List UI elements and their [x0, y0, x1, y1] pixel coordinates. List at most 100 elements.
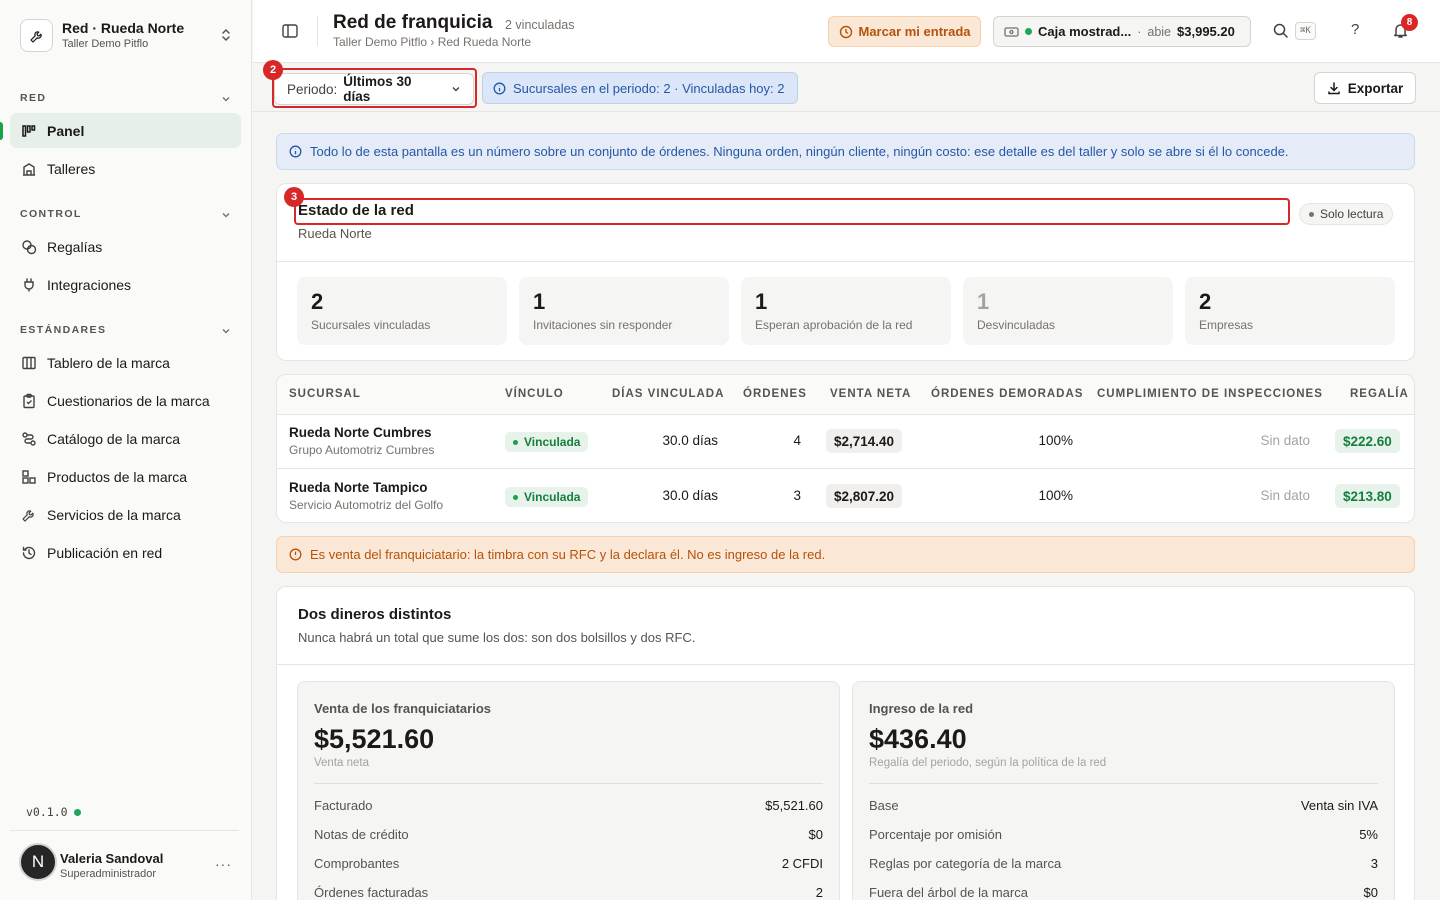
info-icon — [289, 145, 302, 158]
section-label-control: CONTROL — [20, 208, 82, 220]
cash-register-selector[interactable]: Caja mostrad... · abie $3,995.20 — [993, 16, 1251, 47]
sidebar-item-label: Tablero de la marca — [47, 354, 170, 371]
list-item: Porcentaje por omisión 5% — [869, 827, 1378, 842]
sidebar-item-label: Publicación en red — [47, 544, 163, 561]
sidebar-item-regalias[interactable]: Regalías — [10, 229, 241, 264]
sidebar-item-panel[interactable]: Panel — [10, 113, 241, 148]
plug-icon — [20, 276, 37, 293]
sidebar-item-talleres[interactable]: Talleres — [10, 151, 241, 186]
info-icon — [493, 82, 506, 94]
divider — [10, 830, 239, 831]
sidebar-item-label: Regalías — [47, 238, 103, 255]
network-income-panel: Ingreso de la red $436.40 Regalía del pe… — [852, 681, 1395, 900]
clock-in-button[interactable]: Marcar mi entrada — [828, 16, 981, 47]
period-select[interactable]: Periodo: Últimos 30 días — [274, 73, 474, 105]
org-subtitle: Taller Demo Pitflo — [62, 38, 149, 50]
wrench-icon — [20, 506, 37, 523]
app-version: v0.1.0 — [26, 805, 81, 819]
main-content: Todo lo de esta pantalla es un número so… — [253, 113, 1440, 900]
sidebar-item-integraciones[interactable]: Integraciones — [10, 267, 241, 302]
user-menu-button[interactable]: ··· — [215, 856, 232, 872]
sidebar-item-label: Servicios de la marca — [47, 506, 181, 523]
list-item: Comprobantes 2 CFDI — [314, 856, 823, 871]
chart-icon — [20, 122, 37, 139]
franchisee-sales-panel: Venta de los franquiciatarios $5,521.60 … — [297, 681, 840, 900]
chevron-down-icon[interactable] — [221, 324, 231, 339]
card-title: Dos dineros distintos — [298, 606, 452, 623]
table-header: SUCURSAL VÍNCULO DÍAS VINCULADA ÓRDENES … — [277, 375, 1414, 415]
status-dot — [1025, 28, 1032, 35]
sidebar-item-publicacion[interactable]: Publicación en red — [10, 535, 241, 570]
building-icon — [20, 160, 37, 177]
divider — [277, 664, 1414, 665]
branches-table: SUCURSAL VÍNCULO DÍAS VINCULADA ÓRDENES … — [276, 374, 1415, 523]
chevron-down-icon[interactable] — [221, 208, 231, 223]
boxes-icon — [20, 468, 37, 485]
list-item: Órdenes facturadas 2 — [314, 885, 823, 900]
page-title: Red de franquicia — [333, 12, 493, 33]
history-icon — [20, 544, 37, 561]
sidebar-item-label: Talleres — [47, 160, 96, 177]
chevron-updown-icon — [220, 27, 232, 46]
sidebar: Red · Rueda Norte Taller Demo Pitflo RED… — [0, 0, 252, 900]
divider — [314, 783, 823, 784]
avatar[interactable]: N — [19, 843, 57, 881]
stat-card: 1 Desvinculadas — [963, 277, 1173, 345]
sidebar-item-servicios[interactable]: Servicios de la marca — [10, 497, 241, 532]
help-icon[interactable]: ? — [1351, 21, 1359, 38]
table-row[interactable]: Rueda Norte Tampico Servicio Automotriz … — [277, 470, 1414, 522]
search-icon[interactable] — [1272, 22, 1289, 42]
user-role: Superadministrador — [60, 868, 156, 880]
sidebar-item-label: Productos de la marca — [47, 468, 188, 485]
sidebar-item-label: Integraciones — [47, 276, 132, 293]
coins-icon — [20, 238, 37, 255]
sidebar-item-label: Cuestionarios de la marca — [47, 392, 210, 409]
sidebar-item-cuestionarios[interactable]: Cuestionarios de la marca — [10, 383, 241, 418]
columns-icon — [20, 354, 37, 371]
clock-icon — [839, 25, 852, 38]
sidebar-item-productos[interactable]: Productos de la marca — [10, 459, 241, 494]
card-subtitle: Nunca habrá un total que sume los dos: s… — [298, 630, 696, 645]
two-moneys-card: Dos dineros distintos Nunca habrá un tot… — [276, 586, 1415, 900]
highlight-marker: 2 — [263, 60, 283, 80]
warning-icon — [289, 548, 302, 561]
status-dot — [73, 808, 81, 816]
export-button[interactable]: Exportar — [1314, 72, 1416, 104]
branches-info-chip: Sucursales en el periodo: 2 · Vinculadas… — [482, 72, 798, 104]
org-name: Red · Rueda Norte — [62, 20, 185, 36]
stat-card: 2 Empresas — [1185, 277, 1395, 345]
status-badge: Vinculada — [505, 432, 589, 452]
notification-badge: 8 — [1401, 14, 1418, 31]
card-title: Estado de la red — [298, 202, 414, 219]
linked-count: 2 vinculadas — [505, 18, 575, 32]
divider — [869, 783, 1378, 784]
card-subtitle: Rueda Norte — [298, 226, 372, 241]
sidebar-item-label: Catálogo de la marca — [47, 430, 181, 447]
wrench-icon — [20, 19, 53, 52]
route-icon — [20, 430, 37, 447]
stat-card: 1 Esperan aprobación de la red — [741, 277, 951, 345]
stat-card: 1 Invitaciones sin responder — [519, 277, 729, 345]
org-switcher[interactable]: Red · Rueda Norte Taller Demo Pitflo — [20, 18, 236, 56]
user-name: Valeria Sandoval — [60, 851, 164, 866]
divider — [317, 16, 318, 46]
read-only-badge: Solo lectura — [1299, 203, 1394, 225]
stat-card: 2 Sucursales vinculadas — [297, 277, 507, 345]
section-label-estandares: ESTÁNDARES — [20, 324, 107, 336]
highlight-marker: 3 — [284, 187, 304, 207]
download-icon — [1327, 82, 1340, 95]
chevron-down-icon — [452, 87, 460, 92]
sidebar-toggle-icon[interactable] — [281, 22, 299, 43]
filter-toolbar: Periodo: Últimos 30 días 2 Sucursales en… — [253, 60, 1440, 112]
divider — [277, 261, 1414, 262]
sidebar-item-tablero[interactable]: Tablero de la marca — [10, 345, 241, 380]
status-badge: Vinculada — [505, 487, 589, 507]
register-icon — [1004, 26, 1019, 37]
search-shortcut: ⌘K — [1295, 22, 1316, 40]
sidebar-item-catalogo[interactable]: Catálogo de la marca — [10, 421, 241, 456]
list-item: Fuera del árbol de la marca $0 — [869, 885, 1378, 900]
chevron-down-icon[interactable] — [221, 92, 231, 107]
top-header: Red de franquicia 2 vinculadas Taller De… — [253, 0, 1440, 63]
list-item: Base Venta sin IVA — [869, 798, 1378, 813]
table-row[interactable]: Rueda Norte Cumbres Grupo Automotriz Cum… — [277, 415, 1414, 469]
